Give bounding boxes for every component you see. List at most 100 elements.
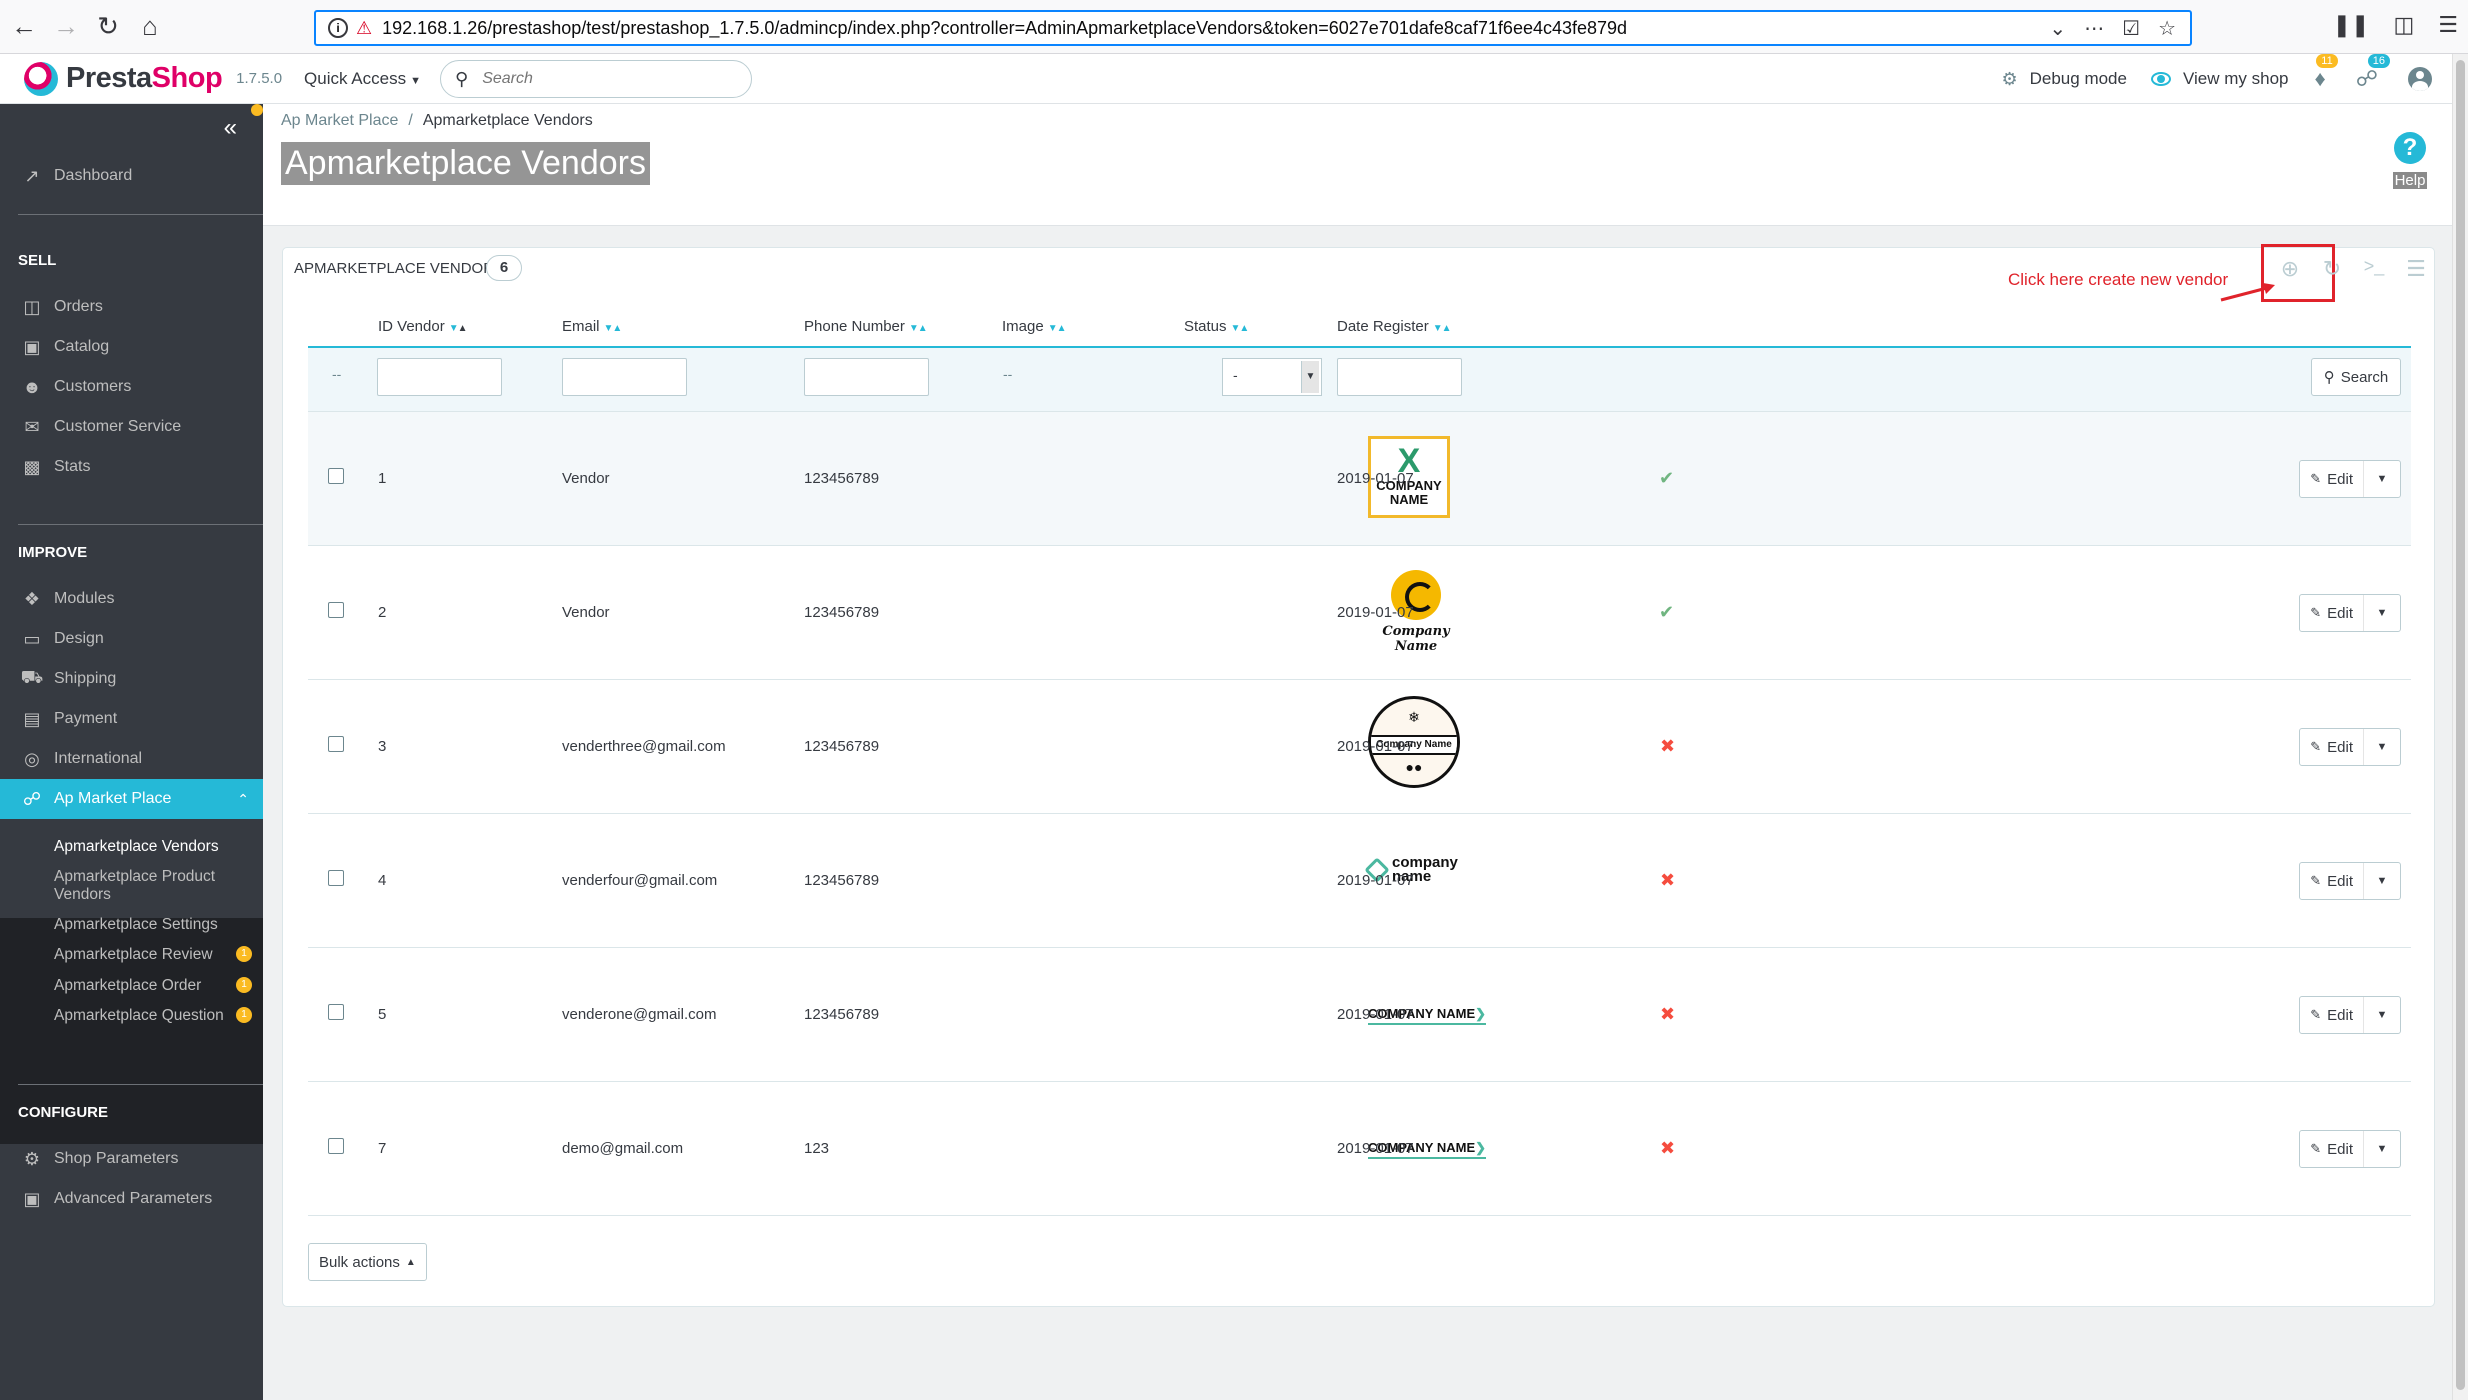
sidebar-item-dashboard[interactable]: ↗ Dashboard: [0, 156, 263, 196]
status-disabled-icon[interactable]: ✖: [1660, 1138, 1675, 1159]
add-new-vendor-icon[interactable]: ⊕: [2278, 256, 2302, 282]
info-icon[interactable]: i: [328, 18, 348, 38]
help-button[interactable]: ? Help: [2392, 132, 2428, 190]
caret-down-icon[interactable]: ▼: [2364, 595, 2400, 631]
sidebar-item-modules[interactable]: ❖ Modules: [0, 579, 263, 619]
notifications-bell[interactable]: ♦ 11: [2314, 54, 2338, 92]
sidebar-item-customer-service[interactable]: ✉ Customer Service: [0, 407, 263, 447]
row-checkbox[interactable]: [328, 1138, 344, 1154]
column-header-phone[interactable]: Phone Number ▼▲: [804, 318, 928, 335]
sidebar-item-orders[interactable]: ◫ Orders: [0, 287, 263, 327]
refresh-icon[interactable]: ↻: [2320, 256, 2344, 282]
submenu-item-vendors[interactable]: Apmarketplace Vendors: [54, 838, 254, 856]
database-icon[interactable]: ☰: [2404, 256, 2428, 282]
status-enabled-icon[interactable]: ✔: [1659, 468, 1674, 489]
caret-down-icon[interactable]: ▼: [2364, 997, 2400, 1033]
debug-mode-link[interactable]: ⚙ Debug mode: [2001, 69, 2126, 90]
column-header-image[interactable]: Image ▼▲: [1002, 318, 1066, 335]
row-checkbox[interactable]: [328, 870, 344, 886]
caret-down-icon[interactable]: ▼: [2364, 461, 2400, 497]
prestashop-logo[interactable]: PrestaShop 1.7.5.0: [24, 61, 282, 96]
row-checkbox[interactable]: [328, 468, 344, 484]
chevron-up-icon: ⌃: [237, 790, 249, 807]
sidebar-item-ap-market-place[interactable]: ☍ Ap Market Place ⌃: [0, 779, 263, 819]
caret-down-icon[interactable]: ▼: [2364, 863, 2400, 899]
sidebar-item-international[interactable]: ◎ International: [0, 739, 263, 779]
page-header: Ap Market Place / Apmarketplace Vendors Ap…: [263, 104, 2452, 226]
edit-button[interactable]: ✎ Edit: [2300, 997, 2364, 1033]
bulk-actions-button[interactable]: Bulk actions ▲: [308, 1243, 427, 1281]
insecure-lock-icon[interactable]: ⚠: [356, 18, 372, 39]
avatar[interactable]: [2408, 67, 2432, 91]
caret-down-icon[interactable]: ▼: [2364, 729, 2400, 765]
back-icon[interactable]: ←: [6, 9, 42, 45]
filter-date-input[interactable]: [1337, 358, 1462, 396]
column-header-status[interactable]: Status ▼▲: [1184, 318, 1250, 335]
header-search[interactable]: ⚲: [440, 60, 752, 98]
edit-button[interactable]: ✎ Edit: [2300, 729, 2364, 765]
edit-button[interactable]: ✎ Edit: [2300, 595, 2364, 631]
submenu-item-review[interactable]: Apmarketplace Review 1: [54, 946, 254, 964]
sidebar-item-customers[interactable]: ☻ Customers: [0, 367, 263, 407]
sql-query-icon[interactable]: >_: [2362, 256, 2386, 282]
edit-button[interactable]: ✎ Edit: [2300, 461, 2364, 497]
search-button[interactable]: ⚲ Search: [2311, 358, 2401, 396]
status-disabled-icon[interactable]: ✖: [1660, 870, 1675, 891]
submenu-item-settings[interactable]: Apmarketplace Settings: [54, 916, 254, 934]
status-enabled-icon[interactable]: ✔: [1659, 602, 1674, 623]
sidebar-toggle-icon[interactable]: ◫: [2393, 12, 2414, 38]
submenu-item-order[interactable]: Apmarketplace Order 1: [54, 977, 254, 995]
column-header-date[interactable]: Date Register ▼▲: [1337, 318, 1452, 335]
forward-icon[interactable]: →: [48, 9, 84, 45]
edit-button[interactable]: ✎ Edit: [2300, 863, 2364, 899]
reload-icon[interactable]: ↻: [90, 9, 126, 45]
collapse-sidebar-icon[interactable]: «: [224, 114, 237, 142]
chevron-down-icon[interactable]: ⌄: [2049, 16, 2066, 41]
sidebar-item-payment[interactable]: ▤ Payment: [0, 699, 263, 739]
status-disabled-icon[interactable]: ✖: [1660, 736, 1675, 757]
sidebar-item-advanced-parameters[interactable]: ▣ Advanced Parameters: [0, 1179, 263, 1219]
filter-email-input[interactable]: [562, 358, 687, 396]
library-icon[interactable]: ❚❚: [2333, 12, 2370, 38]
submenu-item-question[interactable]: Apmarketplace Question 1: [54, 1007, 254, 1025]
sort-icon[interactable]: ▼▲: [449, 323, 468, 334]
submenu-item-product-vendors[interactable]: Apmarketplace Product Vendors: [54, 868, 254, 904]
sort-icon[interactable]: ▼▲: [1231, 323, 1250, 334]
vendors-panel: Apmarketplace Vendors 6 Click here creat…: [282, 244, 2435, 1307]
scrollbar-thumb[interactable]: [2456, 60, 2465, 1390]
row-checkbox[interactable]: [328, 602, 344, 618]
pocket-icon[interactable]: ☑: [2122, 16, 2140, 41]
sort-icon[interactable]: ▼▲: [909, 323, 928, 334]
search-input[interactable]: [482, 70, 723, 88]
orders-cart[interactable]: ☍ 16: [2356, 54, 2390, 92]
more-icon[interactable]: ⋯: [2084, 16, 2104, 41]
menu-icon[interactable]: ☰: [2438, 12, 2458, 38]
sidebar-item-shop-parameters[interactable]: ⚙ Shop Parameters: [0, 1139, 263, 1179]
sidebar-item-shipping[interactable]: ⛟ Shipping: [0, 659, 263, 699]
view-shop-link[interactable]: View my shop: [2150, 69, 2288, 89]
caret-down-icon[interactable]: ▼: [2364, 1131, 2400, 1167]
status-disabled-icon[interactable]: ✖: [1660, 1004, 1675, 1025]
sidebar-item-catalog[interactable]: ▣ Catalog: [0, 327, 263, 367]
filter-phone-input[interactable]: [804, 358, 929, 396]
column-header-id[interactable]: ID Vendor ▼▲: [378, 318, 468, 335]
column-header-email[interactable]: Email ▼▲: [562, 318, 623, 335]
home-icon[interactable]: ⌂: [132, 9, 168, 45]
sort-icon[interactable]: ▼▲: [604, 323, 623, 334]
address-bar[interactable]: i ⚠ 192.168.1.26/prestashop/test/prestas…: [314, 10, 2192, 46]
row-checkbox[interactable]: [328, 736, 344, 752]
sort-icon[interactable]: ▼▲: [1048, 323, 1067, 334]
filter-id-input[interactable]: [377, 358, 502, 396]
url-text[interactable]: 192.168.1.26/prestashop/test/prestashop_…: [382, 18, 2049, 39]
breadcrumb-parent[interactable]: Ap Market Place: [281, 112, 398, 129]
row-checkbox[interactable]: [328, 1004, 344, 1020]
vendor-date: 2019-01-07: [1337, 604, 1414, 621]
filter-status-select[interactable]: - ▼: [1222, 358, 1322, 396]
sort-icon[interactable]: ▼▲: [1433, 323, 1452, 334]
sidebar-item-stats[interactable]: ▩ Stats: [0, 447, 263, 487]
quick-access-dropdown[interactable]: Quick Access ▼: [304, 69, 421, 89]
edit-button[interactable]: ✎ Edit: [2300, 1131, 2364, 1167]
page-scrollbar[interactable]: [2452, 54, 2468, 1400]
sidebar-item-design[interactable]: ▭ Design: [0, 619, 263, 659]
bookmark-star-icon[interactable]: ☆: [2158, 16, 2176, 41]
